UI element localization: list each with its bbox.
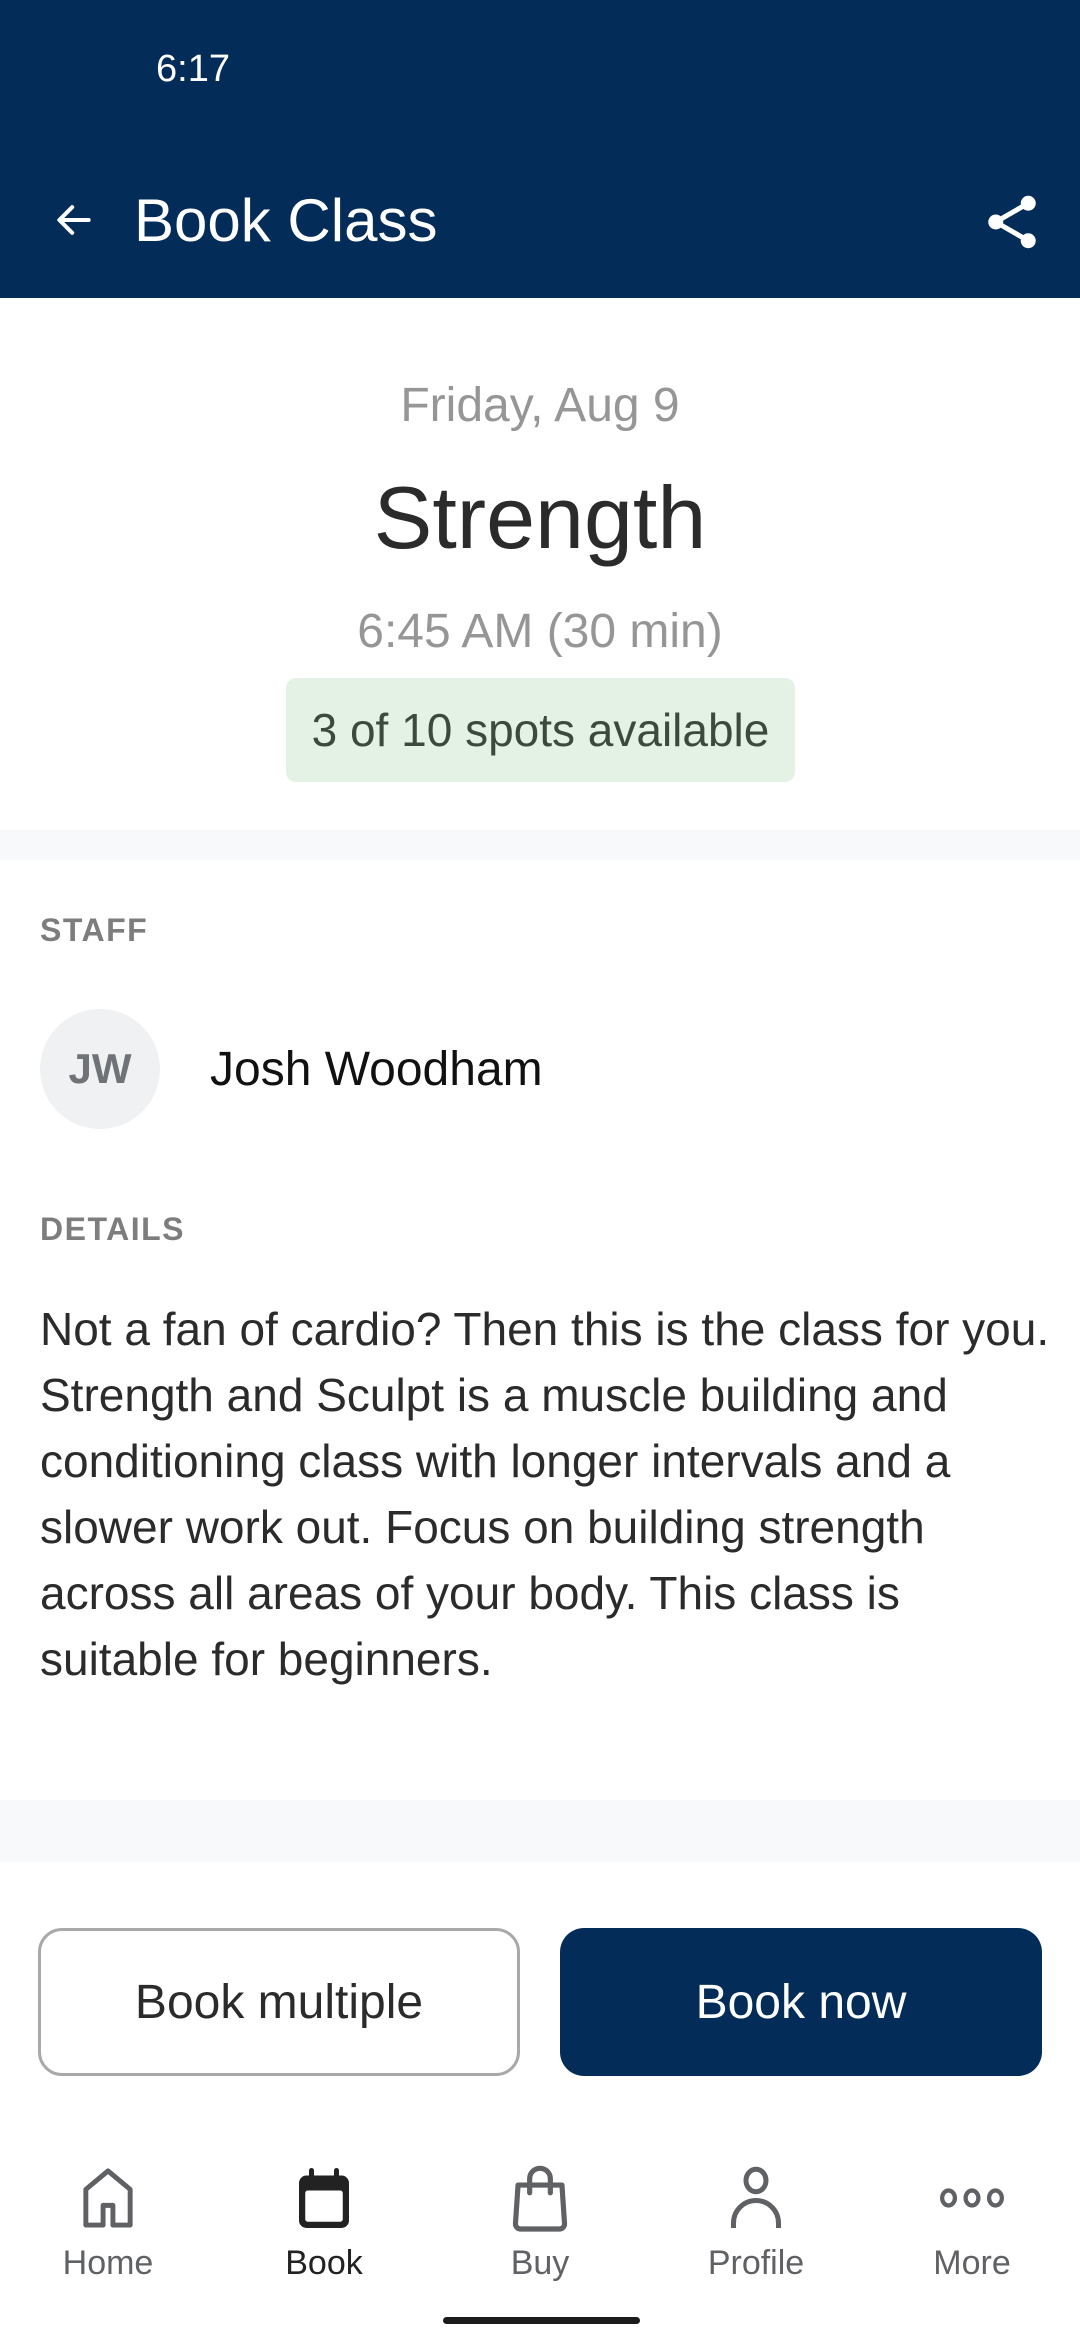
nav-item-profile[interactable]: Profile [648,2140,864,2300]
class-time: 6:45 AM (30 min) [357,605,723,658]
section-divider [0,1800,1080,1862]
app-bar: 6:17 Book Class [0,0,1080,298]
share-button[interactable] [972,182,1052,262]
back-button[interactable] [40,182,108,258]
staff-name: Josh Woodham [210,1042,543,1096]
class-summary: Friday, Aug 9 Strength 6:45 AM (30 min) … [0,298,1080,830]
calendar-icon [299,2168,349,2228]
class-name: Strength [373,468,707,567]
staff-section-label: STAFF [40,912,149,948]
class-date: Friday, Aug 9 [400,379,680,432]
nav-item-book[interactable]: Book [216,2140,432,2300]
book-multiple-button[interactable]: Book multiple [38,1928,520,2076]
bottom-nav: Home Book Buy Profile More [0,2140,1080,2300]
nav-label-home: Home [62,2244,154,2282]
nav-item-buy[interactable]: Buy [432,2140,648,2300]
nav-label-buy: Buy [510,2244,570,2282]
book-now-button[interactable]: Book now [560,1928,1042,2076]
shopping-bag-icon [512,2165,568,2232]
nav-label-profile: Profile [707,2244,805,2282]
class-description: Not a fan of cardio? Then this is the cl… [40,1303,1050,1685]
nav-item-home[interactable]: Home [0,2140,216,2300]
person-icon [731,2166,781,2228]
section-divider [0,830,1080,860]
home-icon [83,2168,133,2228]
nav-label-more: More [933,2244,1011,2282]
page-title: Book Class [134,187,438,254]
nav-label-book: Book [285,2244,363,2282]
avatar: JW [40,1009,160,1129]
more-dots-icon [940,2188,1004,2208]
arrow-left-icon [57,205,91,235]
staff-row[interactable]: JW Josh Woodham [40,1008,1040,1130]
status-bar-time: 6:17 [156,48,230,90]
details-section-label: DETAILS [40,1211,186,1247]
availability-badge: 3 of 10 spots available [286,678,795,782]
nav-item-more[interactable]: More [864,2140,1080,2300]
home-indicator[interactable] [443,2317,640,2324]
share-icon [988,195,1036,249]
